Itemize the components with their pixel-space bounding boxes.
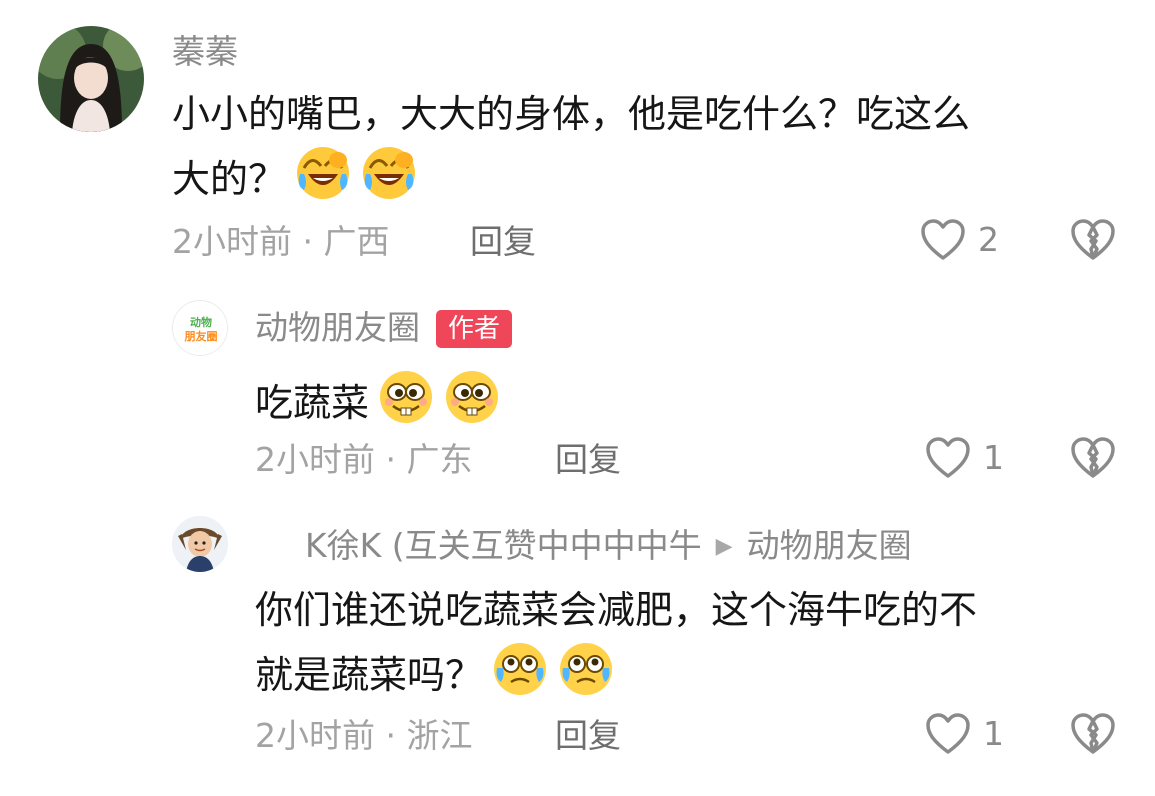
svg-text:动物: 动物 <box>190 315 212 329</box>
avatar[interactable]: 动物 朋友圈 <box>172 300 228 356</box>
comment-text: 你们谁还说吃蔬菜会减肥，这个海牛吃的不 就是蔬菜吗？ <box>255 582 1135 713</box>
broken-heart-icon <box>1071 437 1115 478</box>
reply-item: 动物 朋友圈 动物朋友圈 作者 吃蔬菜 2小时前 · 广东 回复 1 <box>0 280 1155 500</box>
reply-button[interactable]: 回复 <box>470 222 536 262</box>
comment-text-span: 大的？ <box>172 157 287 201</box>
comment-text-line: 你们谁还说吃蔬菜会减肥，这个海牛吃的不 <box>255 588 978 632</box>
user-avatar-image <box>38 26 144 132</box>
dislike-button[interactable] <box>1070 219 1116 265</box>
broken-heart-icon <box>1071 713 1115 754</box>
teary-emoji <box>491 640 549 713</box>
comment-list: 蓁蓁 小小的嘴巴，大大的身体，他是吃什么？吃这么 大的？ 2小时前 · 广西 回… <box>0 0 1155 796</box>
like-button[interactable]: 1 <box>925 713 1004 755</box>
user-avatar-image <box>172 516 228 572</box>
username-text: K徐K (互关互赞中中中中牛 <box>305 526 702 565</box>
like-button[interactable]: 2 <box>920 219 999 261</box>
comment-text: 吃蔬菜 <box>255 368 1115 441</box>
comment-text: 小小的嘴巴，大大的身体，他是吃什么？吃这么 大的？ <box>172 86 1132 217</box>
like-button[interactable]: 1 <box>925 437 1004 479</box>
like-count: 2 <box>978 220 999 259</box>
like-count: 1 <box>983 438 1004 477</box>
laugh-cry-emoji <box>294 144 352 217</box>
author-badge: 作者 <box>436 310 513 348</box>
avatar[interactable] <box>172 516 228 572</box>
username[interactable]: K徐K (互关互赞中中中中牛 ▶ 动物朋友圈 <box>305 526 912 567</box>
heart-icon <box>921 219 965 260</box>
buck-tooth-emoji <box>443 368 501 441</box>
comment-meta: 2小时前 · 浙江 <box>255 716 473 755</box>
username[interactable]: 蓁蓁 <box>172 32 238 72</box>
laugh-cry-emoji <box>360 144 418 217</box>
reply-item: K徐K (互关互赞中中中中牛 ▶ 动物朋友圈 你们谁还说吃蔬菜会减肥，这个海牛吃的不… <box>0 500 1155 796</box>
reply-to-username[interactable]: 动物朋友圈 <box>747 526 912 565</box>
avatar[interactable] <box>38 26 144 132</box>
broken-heart-icon <box>1071 219 1115 260</box>
dislike-button[interactable] <box>1070 713 1116 759</box>
like-count: 1 <box>983 714 1004 753</box>
comment-item: 蓁蓁 小小的嘴巴，大大的身体，他是吃什么？吃这么 大的？ 2小时前 · 广西 回… <box>0 0 1155 280</box>
reply-button[interactable]: 回复 <box>555 716 621 756</box>
svg-text:朋友圈: 朋友圈 <box>184 329 218 343</box>
teary-emoji <box>557 640 615 713</box>
play-triangle-icon: ▶ <box>715 534 733 559</box>
comment-text-span: 就是蔬菜吗？ <box>255 653 484 697</box>
comment-text-span: 吃蔬菜 <box>255 381 370 425</box>
dislike-button[interactable] <box>1070 437 1116 483</box>
username-text: 动物朋友圈 <box>255 308 420 347</box>
comment-text-line: 大的？ <box>172 144 1132 217</box>
author-avatar-image: 动物 朋友圈 <box>174 302 227 355</box>
comment-text-line: 小小的嘴巴，大大的身体，他是吃什么？吃这么 <box>172 92 971 136</box>
heart-icon <box>926 713 970 754</box>
reply-button[interactable]: 回复 <box>555 440 621 480</box>
comment-text-line: 就是蔬菜吗？ <box>255 640 1135 713</box>
buck-tooth-emoji <box>377 368 435 441</box>
heart-icon <box>926 437 970 478</box>
comment-meta: 2小时前 · 广西 <box>172 222 390 261</box>
comment-meta: 2小时前 · 广东 <box>255 440 473 479</box>
username[interactable]: 动物朋友圈 作者 <box>255 308 513 348</box>
